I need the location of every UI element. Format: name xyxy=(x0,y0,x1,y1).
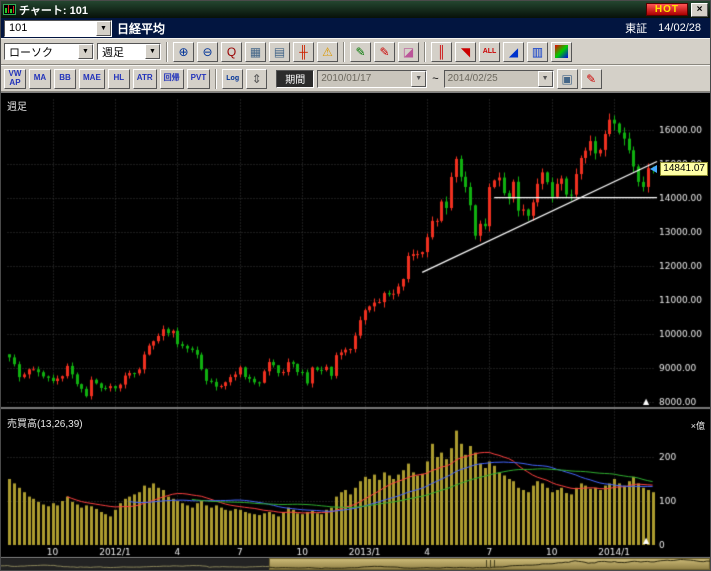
toolbar-separator xyxy=(424,42,426,62)
eraser-icon[interactable]: ◪ xyxy=(398,42,419,62)
palette-icon-swatch xyxy=(555,45,568,58)
draw-icon-group: ▣✎ xyxy=(557,69,602,89)
overlay-icon[interactable]: ▥ xyxy=(527,42,548,62)
indicator-toolbar: VW APMABBMAEHLATR回帰PVT Log⇕ 期間 2010/01/1… xyxy=(1,65,710,92)
date-from-value: 2010/01/17 xyxy=(318,73,411,84)
hot-button[interactable]: HOT xyxy=(646,3,688,16)
title-bar: チャート: 101 HOT × xyxy=(1,1,710,18)
capture-icon[interactable]: ▣ xyxy=(557,69,578,89)
ma-button[interactable]: MA xyxy=(29,69,51,89)
symbol-code-value: 101 xyxy=(5,22,96,34)
toolbar-icon-group: ⊕⊖Q▦▤╫⚠✎✎◪║◥ALL◢▥ xyxy=(173,42,572,62)
chart-type-combobox[interactable]: ローソク ▼ xyxy=(4,43,94,60)
symbol-name: 日経平均 xyxy=(117,20,165,37)
search-icon[interactable]: Q xyxy=(221,42,242,62)
date-to-value: 2014/02/25 xyxy=(445,73,538,84)
hl-button[interactable]: HL xyxy=(108,69,130,89)
panel-layout-icon[interactable]: ▤ xyxy=(269,42,290,62)
bb-button[interactable]: BB xyxy=(54,69,76,89)
chart-candle-icon[interactable]: ║ xyxy=(431,42,452,62)
log-scale-icon[interactable]: Log xyxy=(222,69,243,89)
atr-button[interactable]: ATR xyxy=(133,69,157,89)
symbol-row: 101 ▼ 日経平均 東証 14/02/28 xyxy=(1,18,710,38)
last-price-label: 14841.07 xyxy=(660,162,708,176)
chevron-down-icon[interactable]: ▼ xyxy=(78,44,93,59)
timeframe-combobox[interactable]: 週足 ▼ xyxy=(97,43,161,60)
chevron-down-icon[interactable]: ▼ xyxy=(96,21,111,36)
pvt-button[interactable]: PVT xyxy=(187,69,211,89)
chart-zoom-down-icon[interactable]: ◢ xyxy=(503,42,524,62)
vwap-button[interactable]: VW AP xyxy=(4,69,26,89)
draw-pencil-red-icon[interactable]: ✎ xyxy=(374,42,395,62)
chart-zoom-up-icon[interactable]: ◥ xyxy=(455,42,476,62)
date-to-field[interactable]: 2014/02/25 ▼ xyxy=(444,70,554,88)
volume-unit-label: ×億 xyxy=(691,419,705,432)
indicator-button-group: VW APMABBMAEHLATR回帰PVT xyxy=(4,69,210,89)
volume-pane-label: 売買高(13,26,39) xyxy=(7,415,83,430)
period-button[interactable]: 期間 xyxy=(276,70,314,88)
kaiki-button[interactable]: 回帰 xyxy=(160,69,184,89)
toolbar-separator xyxy=(215,69,217,89)
chart-area: 週足 売買高(13,26,39) ×億 14841.07 xyxy=(1,92,710,558)
timeframe-value: 週足 xyxy=(98,44,145,60)
toolbar-separator xyxy=(343,42,345,62)
range-scrollbar xyxy=(1,558,710,570)
price-pane-label: 週足 xyxy=(7,98,27,113)
date-from-field[interactable]: 2010/01/17 ▼ xyxy=(317,70,427,88)
scale-adjust-icon[interactable]: ⇕ xyxy=(246,69,267,89)
zoom-out-icon[interactable]: ⊖ xyxy=(197,42,218,62)
app-icon xyxy=(3,4,16,15)
quote-date: 14/02/28 xyxy=(658,22,701,34)
close-icon[interactable]: × xyxy=(691,3,708,17)
draw-pen-icon[interactable]: ✎ xyxy=(581,69,602,89)
chevron-down-icon[interactable]: ▼ xyxy=(411,71,426,87)
toolbar-separator xyxy=(166,42,168,62)
window-title: チャート: 101 xyxy=(19,2,88,18)
date-range-tilde: ~ xyxy=(430,73,440,85)
last-price-marker-icon xyxy=(650,165,657,173)
grid-layout-icon[interactable]: ▦ xyxy=(245,42,266,62)
chevron-down-icon[interactable]: ▼ xyxy=(538,71,553,87)
alert-icon[interactable]: ⚠ xyxy=(317,42,338,62)
show-all-icon[interactable]: ALL xyxy=(479,42,500,62)
symbol-code-combobox[interactable]: 101 ▼ xyxy=(4,20,112,37)
candle-style-icon[interactable]: ╫ xyxy=(293,42,314,62)
chart-window: チャート: 101 HOT × 101 ▼ 日経平均 東証 14/02/28 ロ… xyxy=(0,0,711,571)
zoom-in-icon[interactable]: ⊕ xyxy=(173,42,194,62)
scale-icon-group: Log⇕ xyxy=(222,69,267,89)
chart-canvas[interactable] xyxy=(1,93,710,559)
chevron-down-icon[interactable]: ▼ xyxy=(145,44,160,59)
draw-pencil-green-icon[interactable]: ✎ xyxy=(350,42,371,62)
main-toolbar: ローソク ▼ 週足 ▼ ⊕⊖Q▦▤╫⚠✎✎◪║◥ALL◢▥ xyxy=(1,38,710,65)
range-scrollbar-canvas[interactable] xyxy=(1,558,710,570)
palette-icon[interactable] xyxy=(551,42,572,62)
exchange-label: 東証 xyxy=(625,20,647,36)
chart-type-value: ローソク xyxy=(5,44,78,60)
mae-button[interactable]: MAE xyxy=(79,69,105,89)
